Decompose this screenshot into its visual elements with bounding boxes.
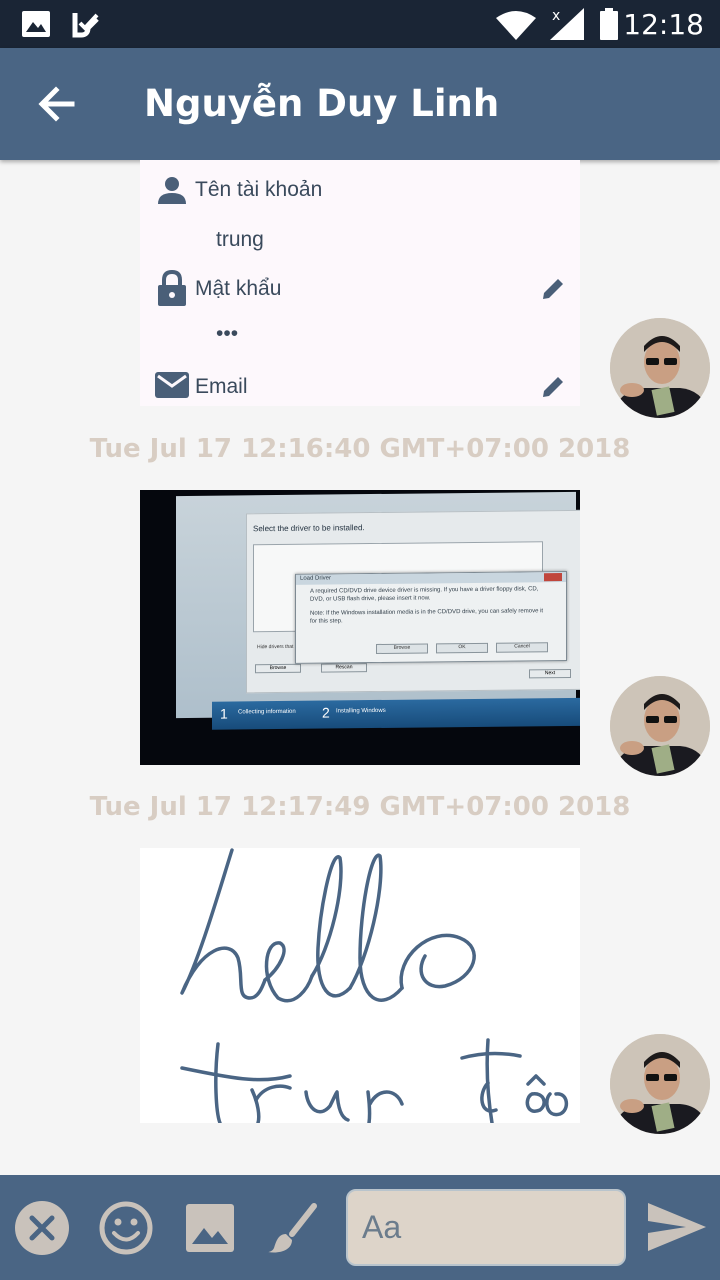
outer-rescan-button: Rescan xyxy=(321,663,367,673)
step-label-1: Collecting information xyxy=(238,708,296,716)
send-icon[interactable] xyxy=(646,1199,708,1255)
monitor-screen: Select the driver to be installed. Hide … xyxy=(176,491,580,730)
ok-button: OK xyxy=(436,642,488,654)
close-icon[interactable] xyxy=(14,1200,70,1256)
row-value-username: trung xyxy=(216,228,264,251)
load-driver-dialog: Load Driver A required CD/DVD drive devi… xyxy=(295,570,567,664)
step-label-2: Installing Windows xyxy=(336,707,386,715)
emoji-icon[interactable] xyxy=(98,1200,154,1256)
step-number-1: 1 xyxy=(220,705,228,722)
lock-icon xyxy=(158,270,186,306)
avatar-photo xyxy=(610,318,710,418)
conversation-title: Nguyễn Duy Linh xyxy=(144,82,500,125)
row-label-password: Mật khẩu xyxy=(195,277,282,300)
mail-icon xyxy=(155,372,189,398)
status-bar: x 12:18 xyxy=(0,0,720,48)
avatar[interactable] xyxy=(610,318,710,418)
edit-icon xyxy=(543,279,563,299)
check-notification-icon xyxy=(72,13,99,38)
dialog-line-1: A required CD/DVD drive device driver is… xyxy=(310,586,539,595)
composer-bar xyxy=(0,1175,720,1280)
image-icon[interactable] xyxy=(182,1200,238,1256)
svg-text:x: x xyxy=(552,8,560,24)
avatar-photo xyxy=(610,676,710,776)
browse-button: Browse xyxy=(376,643,428,654)
edit-icon xyxy=(543,377,563,397)
setup-progress-bar: 1 Collecting information 2 Installing Wi… xyxy=(212,697,580,730)
cancel-button: Cancel xyxy=(496,642,548,653)
avatar[interactable] xyxy=(610,1034,710,1134)
avatar[interactable] xyxy=(610,676,710,776)
dialog-line-3: Note: If the Windows installation media … xyxy=(310,608,544,617)
signal-icon: x xyxy=(550,8,584,40)
message-image-settings[interactable]: Tên tài khoản trung Mật khẩu ••• Email xyxy=(140,160,580,406)
brush-icon[interactable] xyxy=(264,1200,320,1256)
timestamp: Tue Jul 17 12:16:40 GMT+07:00 2018 xyxy=(89,434,631,464)
row-label-username: Tên tài khoản xyxy=(195,178,323,201)
battery-icon xyxy=(600,8,618,40)
gallery-icon xyxy=(22,11,50,37)
message-input[interactable] xyxy=(346,1189,626,1266)
app-bar: Nguyễn Duy Linh xyxy=(0,48,720,160)
clock: 12:18 xyxy=(623,8,704,41)
outer-next-button: Next xyxy=(529,668,571,679)
row-label-email: Email xyxy=(195,375,248,398)
setup-window: Select the driver to be installed. Hide … xyxy=(246,509,580,694)
load-driver-title: Load Driver xyxy=(300,575,332,582)
row-value-password: ••• xyxy=(216,322,239,345)
handwriting-strokes xyxy=(180,848,569,1123)
message-image-drawing[interactable] xyxy=(140,848,580,1123)
outer-browse-button: Browse xyxy=(255,663,301,674)
avatar-photo xyxy=(610,1034,710,1134)
wifi-icon xyxy=(496,11,536,40)
step-number-2: 2 xyxy=(322,704,330,721)
setup-window-title: Select the driver to be installed. xyxy=(253,523,365,534)
arrow-back-icon[interactable] xyxy=(30,78,82,130)
person-icon xyxy=(158,177,186,204)
dialog-line-2: DVD, or USB flash drive, please insert i… xyxy=(310,595,431,603)
timestamp: Tue Jul 17 12:17:49 GMT+07:00 2018 xyxy=(89,792,631,822)
dialog-line-4: for this step. xyxy=(310,618,343,625)
chat-list[interactable]: Tên tài khoản trung Mật khẩu ••• Email T… xyxy=(0,160,720,1175)
message-image-photo[interactable]: Select the driver to be installed. Hide … xyxy=(140,490,580,765)
